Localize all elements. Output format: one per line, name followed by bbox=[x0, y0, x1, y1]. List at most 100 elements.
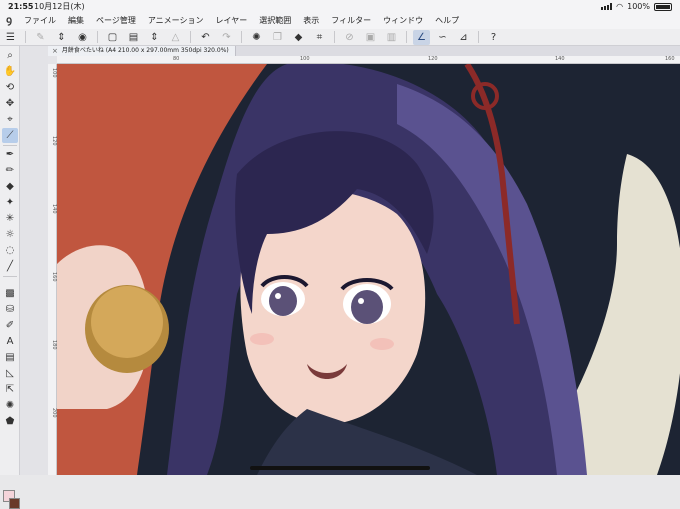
menu-help[interactable]: ヘルプ bbox=[429, 13, 465, 29]
decoration-icon[interactable]: ✳ bbox=[2, 211, 18, 226]
mooncake-top bbox=[91, 286, 163, 358]
divider bbox=[190, 31, 191, 43]
layer-icon[interactable]: ▥ bbox=[383, 30, 400, 45]
ruler-tick-label: 100 bbox=[51, 68, 57, 78]
menu-layer[interactable]: レイヤー bbox=[210, 13, 254, 29]
eraser-icon[interactable]: ◆ bbox=[2, 179, 18, 194]
gradient-icon[interactable]: ▩ bbox=[2, 286, 18, 301]
divider bbox=[3, 145, 17, 146]
blend-icon[interactable]: ✦ bbox=[2, 195, 18, 210]
menu-animation[interactable]: アニメーション bbox=[142, 13, 210, 29]
home-indicator bbox=[250, 466, 430, 470]
eye-highlight bbox=[358, 298, 364, 304]
object-icon[interactable]: ⇱ bbox=[2, 382, 18, 397]
menu-icon[interactable]: ☰ bbox=[2, 30, 19, 45]
hand-icon[interactable]: ✋ bbox=[2, 64, 18, 79]
effect-icon[interactable]: ✺ bbox=[2, 398, 18, 413]
iris-right bbox=[351, 290, 383, 324]
arrow-updown-icon[interactable]: ⇕ bbox=[53, 30, 70, 45]
arrow-updown-icon[interactable]: ⇕ bbox=[146, 30, 163, 45]
blush bbox=[250, 333, 274, 345]
transform-icon[interactable]: ▣ bbox=[362, 30, 379, 45]
fill-bucket-icon[interactable]: ⛁ bbox=[2, 302, 18, 317]
divider bbox=[478, 31, 479, 43]
menu-window[interactable]: ウィンドウ bbox=[377, 13, 429, 29]
ruler-icon[interactable]: ◺ bbox=[2, 366, 18, 381]
document-tabs: × 月餅食べたいね (A4 210.00 x 297.00mm 350dpi 3… bbox=[48, 46, 680, 56]
stamp-icon[interactable]: ✎ bbox=[32, 30, 49, 45]
zoom-icon[interactable]: ⌕ bbox=[2, 48, 18, 63]
tool-panel: ⌕ ✋ ⟲ ✥ ⌖ ⟋ ✒ ✏ ◆ ✦ ✳ ☼ ◌ ╱ ▩ ⛁ ✐ A ▤ ◺ … bbox=[0, 46, 20, 509]
spinner-icon[interactable]: ✺ bbox=[248, 30, 265, 45]
hide-icon[interactable]: ⊘ bbox=[341, 30, 358, 45]
save-icon[interactable]: ▤ bbox=[125, 30, 142, 45]
ruler-left: 100 120 140 160 180 200 bbox=[48, 64, 57, 475]
status-time: 21:55 bbox=[8, 2, 34, 11]
divider bbox=[241, 31, 242, 43]
divider bbox=[3, 276, 17, 277]
triangle-icon[interactable]: △ bbox=[167, 30, 184, 45]
status-date: 10月12日(木) bbox=[34, 2, 85, 11]
ruler-tick-label: 140 bbox=[51, 204, 57, 214]
sparkle-icon[interactable]: ☼ bbox=[2, 227, 18, 242]
lasso-icon[interactable]: ⌖ bbox=[2, 112, 18, 127]
smoothing-icon[interactable]: ∽ bbox=[434, 30, 451, 45]
crop-icon[interactable]: ⌗ bbox=[311, 30, 328, 45]
battery-icon bbox=[654, 2, 672, 11]
ruler-tick-label: 100 bbox=[300, 56, 310, 62]
rotate-icon[interactable]: ⟲ bbox=[2, 80, 18, 95]
text-icon[interactable]: A bbox=[2, 334, 18, 349]
battery-percent: 100% bbox=[627, 2, 650, 11]
close-icon[interactable]: × bbox=[52, 46, 58, 56]
stabilizer-icon[interactable]: ∠ bbox=[413, 29, 430, 45]
document-tab[interactable]: × 月餅食べたいね (A4 210.00 x 297.00mm 350dpi 3… bbox=[48, 46, 236, 56]
redo-icon[interactable]: ↷ bbox=[218, 30, 235, 45]
menu-edit[interactable]: 編集 bbox=[62, 13, 90, 29]
wifi-icon: ◠ bbox=[616, 2, 624, 11]
pen-icon[interactable]: ✒ bbox=[2, 147, 18, 162]
divider bbox=[25, 31, 26, 43]
sub-color-swatch[interactable] bbox=[9, 498, 20, 509]
eyedropper-icon[interactable]: ⟋ bbox=[2, 128, 18, 143]
move-icon[interactable]: ✥ bbox=[2, 96, 18, 111]
menu-filter[interactable]: フィルター bbox=[325, 13, 377, 29]
menu-view[interactable]: 表示 bbox=[297, 13, 325, 29]
ruler-tick-label: 140 bbox=[555, 56, 565, 62]
copy-icon[interactable]: ❐ bbox=[269, 30, 286, 45]
menu-file[interactable]: ファイル bbox=[18, 13, 62, 29]
ruler-tick-label: 120 bbox=[428, 56, 438, 62]
target-icon[interactable]: ◉ bbox=[74, 30, 91, 45]
drawing-canvas[interactable] bbox=[57, 64, 680, 475]
menu-page[interactable]: ページ管理 bbox=[90, 13, 142, 29]
illustration bbox=[57, 64, 680, 475]
new-file-icon[interactable]: ▢ bbox=[104, 30, 121, 45]
help-icon[interactable]: ? bbox=[485, 30, 502, 45]
ruler-tick-label: 160 bbox=[665, 56, 675, 62]
command-bar: ☰ ✎ ⇕ ◉ ▢ ▤ ⇕ △ ↶ ↷ ✺ ❐ ◆ ⌗ ⊘ ▣ ▥ ∠ ∽ ⊿ … bbox=[0, 29, 680, 46]
frame-icon[interactable]: ▤ bbox=[2, 350, 18, 365]
document-tab-title: 月餅食べたいね (A4 210.00 x 297.00mm 350dpi 320… bbox=[61, 47, 229, 54]
signal-icon bbox=[601, 3, 613, 10]
selection-icon[interactable]: ◌ bbox=[2, 243, 18, 258]
app-logo-icon[interactable]: ꝯ bbox=[0, 13, 18, 29]
ruler-tick-label: 160 bbox=[51, 272, 57, 282]
fill-icon[interactable]: ◆ bbox=[290, 30, 307, 45]
color-icon[interactable]: ⬟ bbox=[2, 414, 18, 429]
pencil-icon[interactable]: ✏ bbox=[2, 163, 18, 178]
status-indicators: ◠ 100% bbox=[601, 0, 672, 13]
menu-selection[interactable]: 選択範囲 bbox=[253, 13, 297, 29]
divider bbox=[334, 31, 335, 43]
line-icon[interactable]: ╱ bbox=[2, 259, 18, 274]
status-bar: 21:55 10月12日(木) ◠ 100% bbox=[0, 0, 680, 13]
divider bbox=[406, 31, 407, 43]
menu-bar: ꝯ ファイル 編集 ページ管理 アニメーション レイヤー 選択範囲 表示 フィル… bbox=[0, 13, 680, 29]
ruler-corner bbox=[48, 56, 57, 64]
correction-icon[interactable]: ⊿ bbox=[455, 30, 472, 45]
divider bbox=[97, 31, 98, 43]
ruler-tick-label: 180 bbox=[51, 340, 57, 350]
vector-icon[interactable]: ✐ bbox=[2, 318, 18, 333]
blush bbox=[370, 338, 394, 350]
ruler-tick-label: 80 bbox=[173, 56, 180, 62]
undo-icon[interactable]: ↶ bbox=[197, 30, 214, 45]
iris-left bbox=[269, 286, 297, 316]
